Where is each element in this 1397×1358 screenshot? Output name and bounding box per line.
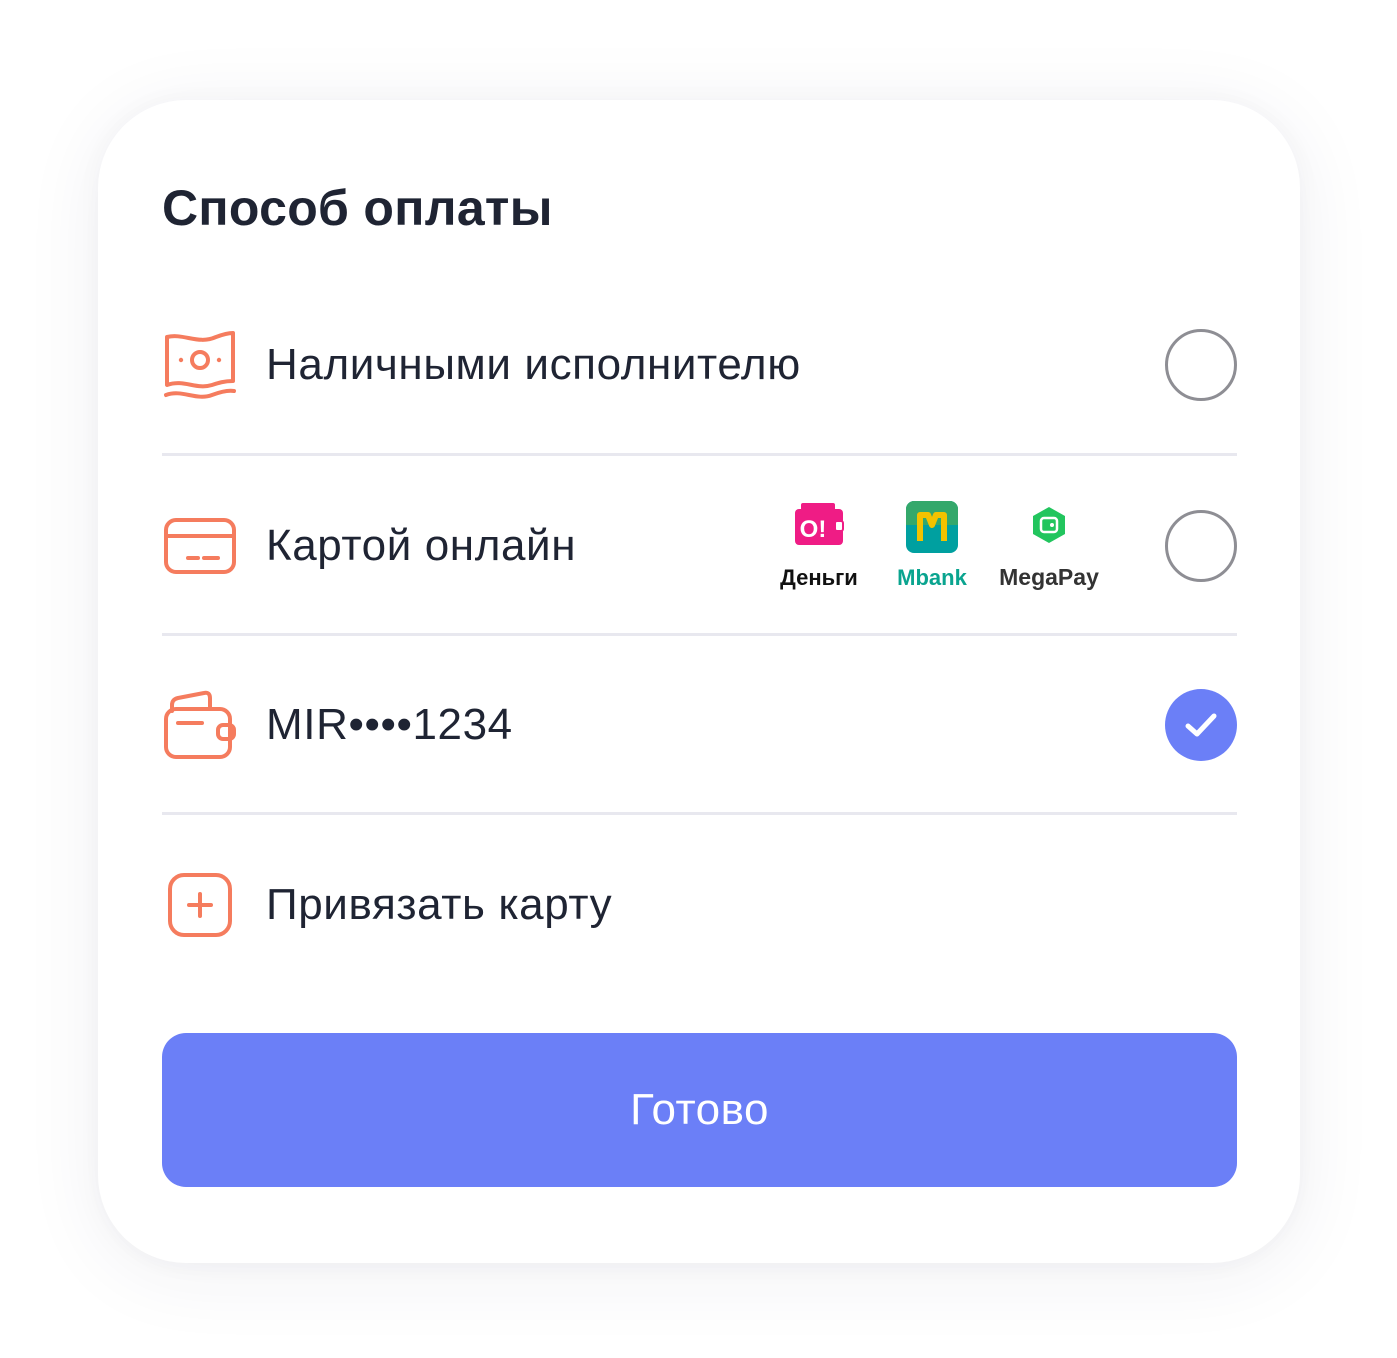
option-card-online[interactable]: Картой онлайн O! Деньги Mbank MegaPay <box>162 456 1237 636</box>
svg-text:O!: O! <box>800 516 827 543</box>
checkmark-icon <box>1185 713 1217 737</box>
radio-button[interactable] <box>1165 329 1237 401</box>
option-label: Наличными исполнителю <box>266 340 801 389</box>
brand-megapay: MegaPay <box>994 501 1104 591</box>
option-label: Привязать карту <box>266 880 613 929</box>
radio-button-checked[interactable] <box>1165 689 1237 761</box>
card-icon <box>162 508 238 584</box>
brand-name: Деньги <box>780 565 858 590</box>
radio-button[interactable] <box>1165 510 1237 582</box>
cash-icon <box>162 327 238 403</box>
option-label: MIR••••1234 <box>266 700 513 749</box>
odengi-logo-icon: O! <box>793 503 845 552</box>
option-cash[interactable]: Наличными исполнителю <box>162 275 1237 455</box>
wallet-icon <box>162 687 238 763</box>
brand-name: Mbank <box>897 565 967 590</box>
megapay-logo-icon <box>1029 505 1069 550</box>
plus-square-icon <box>162 867 238 943</box>
payment-brands: O! Деньги Mbank MegaPay <box>774 501 1114 591</box>
brand-name: MegaPay <box>999 564 1099 590</box>
brand-mbank: Mbank <box>890 501 974 591</box>
mbank-logo-icon <box>906 501 958 558</box>
page-title: Способ оплаты <box>162 180 553 236</box>
add-card-button[interactable]: Привязать карту <box>162 815 1237 995</box>
option-label: Картой онлайн <box>266 521 577 570</box>
done-button[interactable]: Готово <box>162 1033 1237 1187</box>
payment-method-card: Способ оплаты Наличными исполнителю Карт… <box>98 100 1300 1263</box>
option-saved-card[interactable]: MIR••••1234 <box>162 635 1237 815</box>
brand-odengi: O! Деньги <box>774 501 864 591</box>
